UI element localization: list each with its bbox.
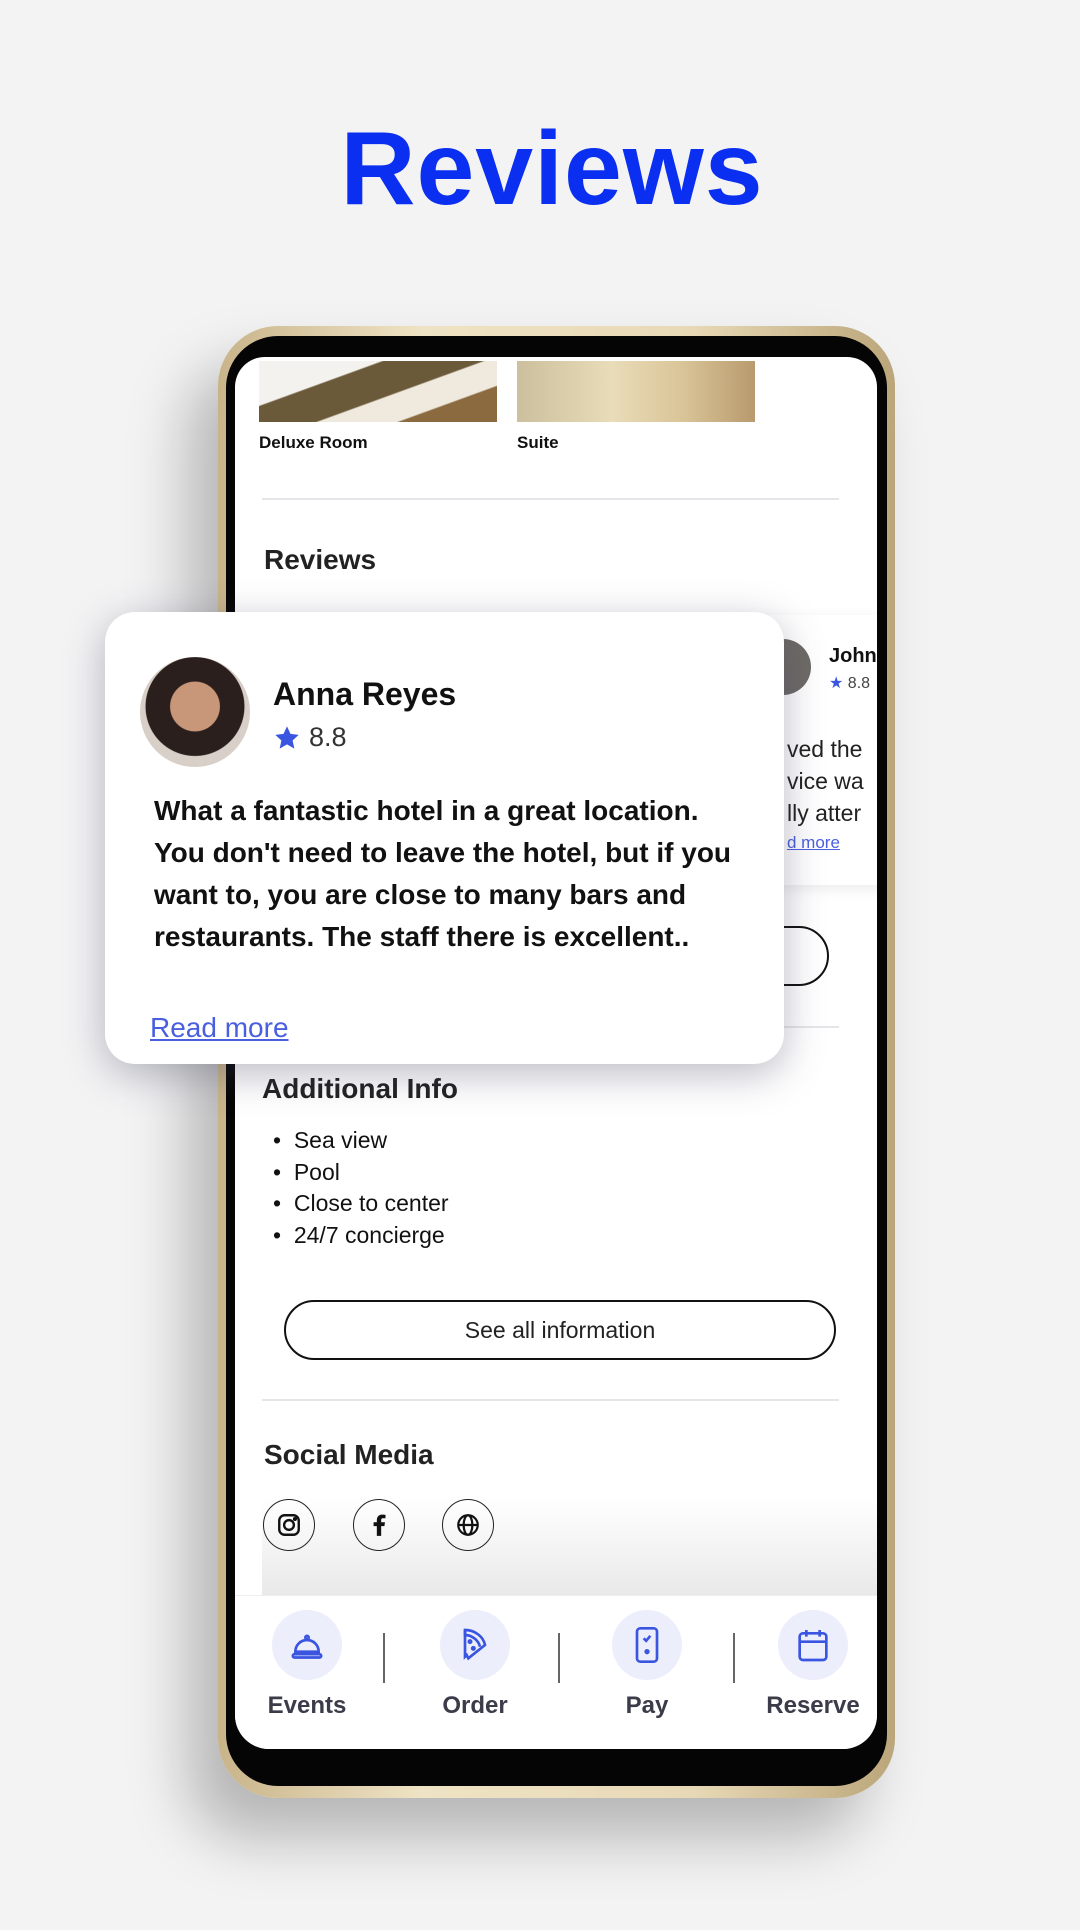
social-media-heading: Social Media [264,1439,434,1470]
nav-order[interactable]: Order [405,1610,545,1720]
read-more-link[interactable]: d more [787,833,840,853]
additional-info-heading: Additional Info [262,1073,458,1104]
review-text-line: vice wa [787,768,864,794]
see-all-information-button[interactable]: See all information [284,1300,836,1360]
review-text: What a fantastic hotel in a great locati… [154,795,732,952]
room-label: Deluxe Room [259,433,368,452]
phone-check-icon [612,1610,682,1680]
pizza-icon [440,1610,510,1680]
nav-separator [383,1633,385,1683]
nav-separator [733,1633,735,1683]
reviewer-name: John [829,645,877,667]
reviewer-avatar [140,657,250,767]
globe-icon[interactable] [442,1499,494,1551]
reviewer-rating: ★ 8.8 [829,673,870,693]
info-item: • Pool [273,1158,340,1185]
nav-reserve[interactable]: Reserve [743,1610,877,1720]
nav-label: Order [442,1692,508,1719]
nav-events[interactable]: Events [237,1610,377,1720]
bottom-nav: Events Order Pay Reserve [235,1595,877,1749]
nav-pay[interactable]: Pay [577,1610,717,1720]
facebook-icon[interactable] [353,1499,405,1551]
room-label: Suite [517,433,559,452]
featured-review-card[interactable]: Anna Reyes 8.8 What a fantastic hotel in… [105,612,784,1064]
instagram-icon[interactable] [263,1499,315,1551]
nav-separator [558,1633,560,1683]
nav-label: Events [267,1692,347,1719]
room-image-suite[interactable] [517,361,755,422]
review-text-line: ved the [787,736,863,762]
headline: Reviews [340,111,764,227]
nav-label: Reserve [766,1692,860,1719]
info-item: • Close to center [273,1190,449,1216]
rating-value: 8.8 [847,675,871,692]
divider [262,498,839,500]
review-text-line: lly atter [787,800,862,826]
divider [262,1399,839,1401]
service-bell-icon [272,1610,342,1680]
reviewer-name: Anna Reyes [273,676,457,712]
reviewer-rating: 8.8 [273,722,347,753]
star-icon [275,725,299,749]
star-icon: ★ [829,675,844,692]
info-item: • Sea view [273,1127,388,1153]
room-image-deluxe[interactable] [259,361,497,422]
reviews-heading: Reviews [264,544,377,575]
nav-label: Pay [625,1692,669,1719]
read-more-link[interactable]: Read more [150,1012,289,1044]
rating-value: 8.8 [309,722,347,752]
calendar-icon [778,1610,848,1680]
info-item: • 24/7 concierge [273,1221,445,1248]
